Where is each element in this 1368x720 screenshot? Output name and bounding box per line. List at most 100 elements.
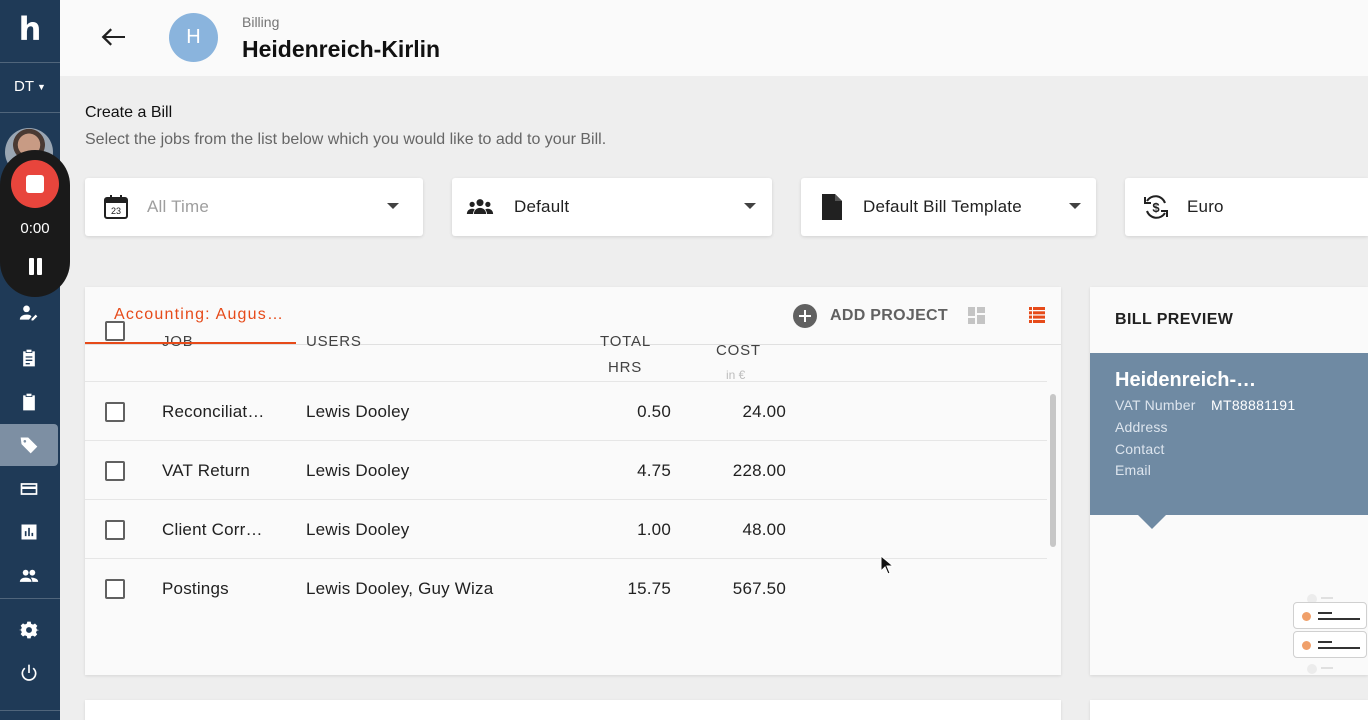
jobs-card: JOB USERS TOTAL HRS COST in € Accounting… [85, 287, 1061, 675]
sidebar-divider [0, 62, 60, 63]
next-preview-card [1090, 700, 1368, 720]
column-total-hrs[interactable]: HRS [608, 359, 642, 376]
bill-template-select[interactable]: Default Bill Template [801, 178, 1096, 236]
row-checkbox[interactable] [105, 579, 125, 599]
chevron-down-icon [1069, 203, 1081, 209]
preview-client-name: Heidenreich-… [1115, 369, 1257, 391]
vat-value: MT88881191 [1211, 397, 1296, 413]
bill-template-value: Default Bill Template [863, 197, 1022, 216]
list-view-icon[interactable] [1029, 307, 1045, 323]
credit-card-icon [20, 483, 38, 495]
nav-team[interactable] [0, 555, 58, 597]
job-cost: 567.50 [732, 579, 786, 598]
calendar-icon: 23 [104, 195, 128, 219]
user-edit-icon [19, 305, 38, 321]
table-row[interactable]: Reconciliat… Lewis Dooley 0.50 24.00 [85, 382, 1047, 441]
cost-currency-note: in € [726, 368, 746, 382]
breadcrumb[interactable]: Billing [242, 14, 279, 30]
job-hours: 1.00 [637, 520, 671, 539]
contact-label: Contact [1115, 441, 1165, 457]
stop-record-button[interactable] [11, 160, 59, 208]
job-hours: 0.50 [637, 402, 671, 421]
chevron-down-icon [387, 203, 399, 209]
job-users: Lewis Dooley [306, 402, 410, 421]
sidebar-divider [0, 598, 60, 599]
table-row[interactable]: Client Corr… Lewis Dooley 1.00 48.00 [85, 500, 1047, 559]
job-users: Lewis Dooley [306, 461, 410, 480]
sidebar-divider [0, 710, 60, 711]
nav-payments[interactable] [0, 468, 58, 510]
currency-value: Euro [1187, 197, 1224, 216]
job-cost: 48.00 [742, 520, 786, 539]
job-cost: 228.00 [732, 461, 786, 480]
grid-view-icon[interactable] [968, 307, 985, 324]
date-range-value: All Time [147, 197, 210, 216]
row-checkbox[interactable] [105, 520, 125, 540]
people-icon [19, 569, 39, 582]
client-avatar: H [169, 13, 218, 62]
nav-tasks[interactable] [0, 337, 58, 379]
nav-billing[interactable] [0, 424, 58, 466]
sidebar-divider [0, 112, 60, 113]
job-cost: 24.00 [742, 402, 786, 421]
group-select[interactable]: Default [452, 178, 772, 236]
tab-accounting-august[interactable]: Accounting: Augus… [85, 287, 296, 344]
email-label: Email [1115, 462, 1152, 478]
page-header: H Billing Heidenreich-Kirlin [60, 0, 1368, 76]
power-icon [21, 664, 37, 681]
nav-jobs[interactable] [0, 381, 58, 423]
preview-pointer [1138, 515, 1166, 529]
tag-icon [20, 437, 38, 454]
nav-clients[interactable] [0, 292, 58, 334]
section-title: Create a Bill [85, 104, 173, 121]
currency-select[interactable]: $ Euro [1125, 178, 1368, 236]
job-name: VAT Return [162, 461, 250, 480]
bill-preview-panel: BILL PREVIEW Heidenreich-… VAT Number MT… [1090, 287, 1368, 675]
job-hours: 4.75 [637, 461, 671, 480]
column-total-hrs-line1: TOTAL [600, 333, 651, 350]
recorder-timer: 0:00 [20, 220, 50, 237]
gear-icon [19, 621, 39, 639]
clipboard-icon [23, 393, 35, 411]
plus-circle-icon [793, 304, 817, 328]
job-users: Lewis Dooley [306, 520, 410, 539]
document-icon [822, 194, 842, 220]
job-users: Lewis Dooley, Guy Wiza [306, 579, 494, 598]
next-card [85, 700, 1061, 720]
currency-exchange-icon: $ [1144, 195, 1168, 219]
job-hours: 15.75 [627, 579, 671, 598]
bill-preview-title: BILL PREVIEW [1115, 311, 1234, 328]
nav-settings[interactable] [0, 609, 58, 651]
date-range-select[interactable]: 23 All Time [85, 178, 423, 236]
mouse-cursor-icon [880, 555, 894, 575]
add-project-button[interactable]: ADD PROJECT [793, 303, 948, 329]
table-scrollbar[interactable] [1050, 394, 1056, 547]
column-cost[interactable]: COST [716, 342, 761, 359]
back-arrow-icon[interactable] [98, 22, 128, 52]
pause-icon[interactable] [27, 258, 43, 275]
table-row[interactable]: VAT Return Lewis Dooley 4.75 228.00 [85, 441, 1047, 500]
group-value: Default [514, 197, 570, 216]
sidebar: h DT ▼ [0, 0, 60, 720]
app-logo[interactable]: h [0, 10, 60, 48]
group-icon [466, 199, 494, 214]
clipboard-list-icon [23, 349, 35, 367]
vat-label: VAT Number [1115, 397, 1196, 413]
caret-down-icon: ▼ [37, 82, 46, 93]
address-label: Address [1115, 419, 1168, 435]
row-checkbox[interactable] [105, 461, 125, 481]
column-users[interactable]: USERS [306, 333, 362, 350]
nav-logout[interactable] [0, 652, 58, 694]
org-switcher[interactable]: DT ▼ [0, 78, 60, 95]
section-subtitle: Select the jobs from the list below whic… [85, 131, 607, 148]
recorder-widget: 0:00 [0, 150, 70, 297]
job-name: Reconciliat… [162, 402, 265, 421]
nav-reports[interactable] [0, 511, 58, 553]
bar-chart-icon [21, 524, 37, 540]
calendar-day: 23 [111, 206, 121, 216]
table-row[interactable]: Postings Lewis Dooley, Guy Wiza 15.75 56… [85, 559, 1047, 618]
row-checkbox[interactable] [105, 402, 125, 422]
add-project-label: ADD PROJECT [830, 307, 948, 324]
tab-label: Accounting: Augus… [114, 306, 285, 323]
job-name: Client Corr… [162, 520, 263, 539]
